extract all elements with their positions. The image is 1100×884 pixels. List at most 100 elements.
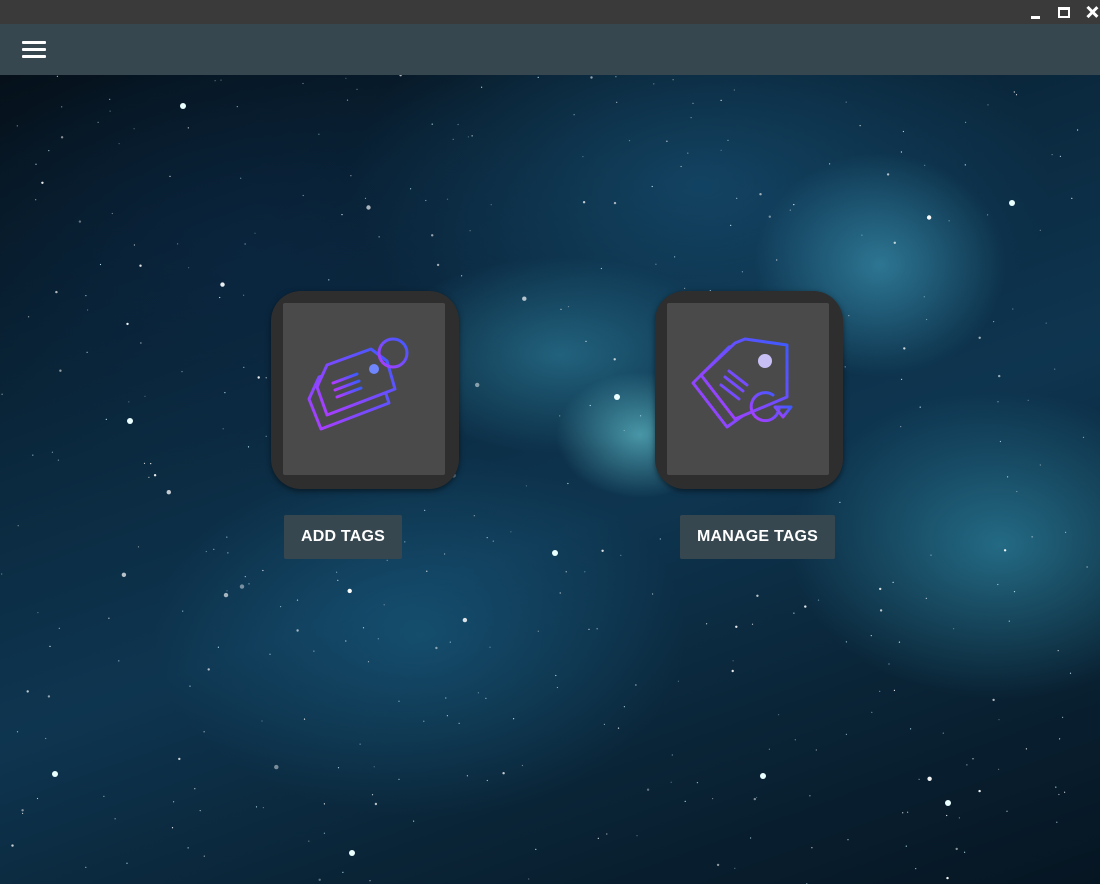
star <box>778 714 780 716</box>
star <box>522 296 527 301</box>
star <box>964 851 966 853</box>
star <box>948 220 950 222</box>
star <box>1013 91 1015 93</box>
star <box>444 553 446 555</box>
star <box>59 369 62 372</box>
star <box>1058 793 1060 796</box>
star <box>431 234 434 237</box>
star <box>923 296 925 298</box>
minimize-button[interactable] <box>1025 2 1045 22</box>
star <box>1057 650 1059 652</box>
star <box>114 818 116 820</box>
star <box>328 279 330 281</box>
star <box>435 646 438 650</box>
star <box>535 848 537 851</box>
star <box>953 628 955 630</box>
star <box>111 212 113 215</box>
star <box>502 772 505 775</box>
star <box>262 807 264 809</box>
star <box>892 581 894 583</box>
star <box>720 99 722 101</box>
star <box>486 779 488 782</box>
star <box>1013 591 1016 593</box>
star <box>1059 738 1061 740</box>
star <box>473 515 475 517</box>
add-tags-tile[interactable] <box>271 291 459 489</box>
star <box>901 378 903 380</box>
star <box>768 748 771 750</box>
star <box>993 321 995 323</box>
star <box>105 418 107 420</box>
star <box>653 83 655 85</box>
star <box>16 731 19 733</box>
star <box>903 347 906 350</box>
star <box>109 98 111 100</box>
star <box>677 680 680 682</box>
star <box>139 264 142 267</box>
star <box>398 778 400 781</box>
star <box>364 197 367 199</box>
add-tags-button[interactable]: ADD TAGS <box>284 515 402 559</box>
star <box>845 101 847 103</box>
star <box>87 309 89 311</box>
close-button[interactable] <box>1082 2 1100 22</box>
star <box>169 175 171 177</box>
star <box>600 267 603 270</box>
star <box>126 322 129 326</box>
star <box>303 718 306 720</box>
star <box>374 802 378 806</box>
minimize-icon <box>1030 15 1040 19</box>
star <box>244 243 246 245</box>
star <box>469 230 471 232</box>
star <box>188 267 190 269</box>
star <box>696 782 699 784</box>
star <box>847 839 849 841</box>
star <box>17 525 19 527</box>
star <box>845 733 848 736</box>
tag-refresh-icon <box>691 337 793 429</box>
star <box>646 788 650 791</box>
star <box>150 463 152 465</box>
star <box>86 351 88 353</box>
star <box>596 628 598 630</box>
star <box>613 201 617 205</box>
star <box>97 121 99 123</box>
star <box>383 604 385 606</box>
star <box>999 440 1002 443</box>
star <box>640 415 642 417</box>
hamburger-menu-icon[interactable] <box>22 39 46 59</box>
star <box>804 605 807 608</box>
manage-tags-button[interactable]: MANAGE TAGS <box>680 515 835 559</box>
star <box>171 827 174 829</box>
star <box>486 537 488 539</box>
star <box>449 641 451 643</box>
star <box>946 814 948 817</box>
manage-tags-tile[interactable] <box>655 291 843 489</box>
star <box>425 199 427 202</box>
star <box>1065 531 1067 533</box>
star <box>582 156 584 158</box>
star <box>424 509 426 511</box>
star <box>446 715 448 717</box>
star <box>926 318 928 321</box>
star <box>924 164 926 166</box>
star <box>756 594 759 597</box>
star <box>736 197 738 199</box>
maximize-button[interactable] <box>1054 2 1074 22</box>
star <box>199 810 201 812</box>
star <box>750 837 752 839</box>
star <box>987 214 989 216</box>
star <box>861 234 863 236</box>
star <box>597 837 599 839</box>
star <box>674 256 676 258</box>
star <box>521 764 524 767</box>
star <box>918 778 920 781</box>
tag-add-icon <box>307 337 409 431</box>
star <box>919 406 921 408</box>
star <box>226 536 228 538</box>
star <box>128 401 130 403</box>
star <box>687 152 689 154</box>
star <box>457 123 459 126</box>
star <box>848 315 850 317</box>
star <box>85 866 87 868</box>
